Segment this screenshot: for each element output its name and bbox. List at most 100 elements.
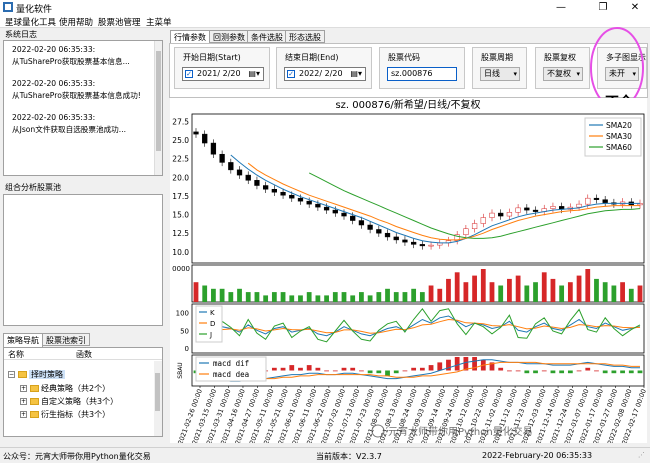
tree-root[interactable]: − 择时策略	[8, 369, 65, 380]
candle-body	[515, 207, 521, 213]
macd-hist-bar	[324, 370, 329, 372]
candle-body	[289, 194, 295, 199]
tree-item[interactable]: + 衍生指标（共3个）	[20, 409, 110, 420]
candle-body	[350, 215, 356, 221]
macd-hist-bar	[298, 367, 303, 371]
candle-body	[550, 206, 556, 209]
close-button[interactable]: ✕	[622, 1, 648, 14]
macd-hist-bar	[367, 370, 373, 374]
volume-bar	[202, 285, 208, 302]
candle-body	[498, 212, 504, 217]
macd-hist-bar	[576, 370, 582, 372]
combination-pool	[3, 194, 163, 326]
volume-bar	[594, 278, 599, 302]
macd-hist-bar	[524, 370, 530, 374]
volume-bar	[576, 275, 582, 302]
volume-bar	[507, 278, 512, 302]
checkbox-checked-icon[interactable]: ✓	[185, 70, 193, 78]
tab-condition-pick[interactable]: 条件选股	[247, 30, 287, 43]
tree-item[interactable]: + 经典策略（共2个）	[20, 383, 110, 394]
volume-bar	[393, 292, 399, 302]
macd-hist-bar	[280, 367, 286, 371]
tab-pool-index[interactable]: 股票池索引	[42, 333, 90, 346]
price-tick-label: 17.5	[172, 192, 189, 201]
expand-icon[interactable]: +	[20, 385, 27, 392]
candle-body	[332, 209, 338, 214]
period-select[interactable]: 日线 ▾	[480, 67, 520, 81]
stock-chart: sz. 000876/新希望/日线/不复权 10.0 12.5 15.0 17.5 20.…	[172, 98, 648, 446]
tab-strategy-nav[interactable]: 策略导航	[3, 333, 43, 347]
stock-code-input[interactable]: sz.000876	[387, 67, 457, 81]
expand-icon[interactable]: +	[20, 398, 27, 405]
adjust-select[interactable]: 不复权 ▾	[543, 67, 583, 81]
macd-hist-bar	[498, 367, 504, 371]
volume-bar	[559, 285, 565, 302]
price-panel-frame	[191, 113, 645, 264]
menu-quant-tools[interactable]: 星球量化工具	[5, 16, 56, 28]
legend-label: macd dif	[213, 359, 249, 368]
macd-hist-bar	[454, 357, 460, 371]
log-line: 2022-02-20 06:35:33:	[12, 45, 96, 54]
volume-bar	[611, 285, 617, 302]
tree-scrollbar[interactable]	[154, 361, 162, 436]
tab-pattern-pick[interactable]: 形态选股	[285, 30, 325, 43]
macd-hist-bar	[507, 370, 512, 372]
status-left: 公众号：元宵大师带你用Python量化交易	[3, 452, 151, 461]
candle-body	[210, 142, 217, 155]
volume-bar	[533, 282, 538, 302]
legend-label: SMA20	[606, 121, 632, 130]
period-label: 股票周期	[481, 53, 513, 62]
tab-backtest-params[interactable]: 回测参数	[209, 30, 249, 43]
minimize-button[interactable]: —	[548, 1, 574, 14]
candle-body	[376, 229, 382, 234]
d-line	[195, 318, 641, 334]
candle-body	[219, 153, 225, 163]
expand-icon[interactable]: +	[20, 411, 27, 418]
macd-hist-bar	[637, 370, 643, 374]
candle-body	[506, 212, 513, 217]
scroll-thumb[interactable]	[155, 373, 160, 411]
tree-item[interactable]: + 自定义策略（共3个）	[20, 396, 118, 407]
candle-body	[489, 212, 495, 218]
menu-main[interactable]: 主菜单	[146, 16, 172, 28]
price-tick-label: 22.5	[172, 155, 189, 164]
tree-header-func[interactable]: 函数	[76, 349, 92, 360]
menu-help[interactable]: 使用帮助	[59, 16, 93, 28]
volume-bar	[219, 288, 225, 302]
candle-body	[463, 228, 469, 235]
legend-label: SMA30	[606, 132, 632, 141]
end-date-edit[interactable]: ✓ 2022/ 2/20 ▤▾	[284, 67, 366, 81]
volume-bar	[341, 292, 347, 302]
volume-bar	[489, 282, 495, 302]
tree-header-name[interactable]: 名称	[8, 349, 24, 360]
resize-grip-icon[interactable]: ⋰	[638, 451, 645, 459]
calendar-dropdown-icon[interactable]: ▤▾	[350, 69, 362, 78]
collapse-icon[interactable]: −	[8, 371, 15, 378]
checkbox-checked-icon[interactable]: ✓	[287, 70, 295, 78]
restore-button[interactable]: ❐	[590, 1, 616, 14]
candle-body	[271, 188, 277, 193]
macd-hist-bar	[350, 367, 356, 371]
chevron-down-icon: ▾	[576, 70, 580, 78]
macd-hist-bar	[611, 370, 617, 374]
macd-hist-bar	[446, 359, 451, 371]
tab-market-params[interactable]: 行情参数	[170, 30, 210, 44]
candle-body	[524, 207, 530, 211]
title-bar: 量化软件 — ❐ ✕	[0, 0, 650, 15]
macd-hist-bar	[393, 370, 399, 374]
start-date-edit[interactable]: ✓ 2021/ 2/20 ▤▾	[182, 67, 264, 81]
scroll-thumb[interactable]	[156, 51, 161, 151]
volume-bar	[567, 282, 573, 302]
log-line: 从TuSharePro获取股票基本信息成功!	[12, 91, 141, 100]
volume-bar	[628, 288, 634, 302]
price-tick-label: 12.5	[172, 229, 189, 238]
menu-pool-manage[interactable]: 股票池管理	[98, 16, 141, 28]
candle-body	[428, 244, 434, 247]
volume-bar	[280, 292, 286, 302]
calendar-dropdown-icon[interactable]: ▤▾	[248, 69, 260, 78]
volume-bar	[524, 285, 530, 302]
price-tick-label: 25.0	[172, 136, 189, 145]
log-scrollbar[interactable]	[154, 41, 162, 175]
adjust-label: 股票复权	[544, 53, 576, 62]
candle-body	[263, 185, 269, 190]
